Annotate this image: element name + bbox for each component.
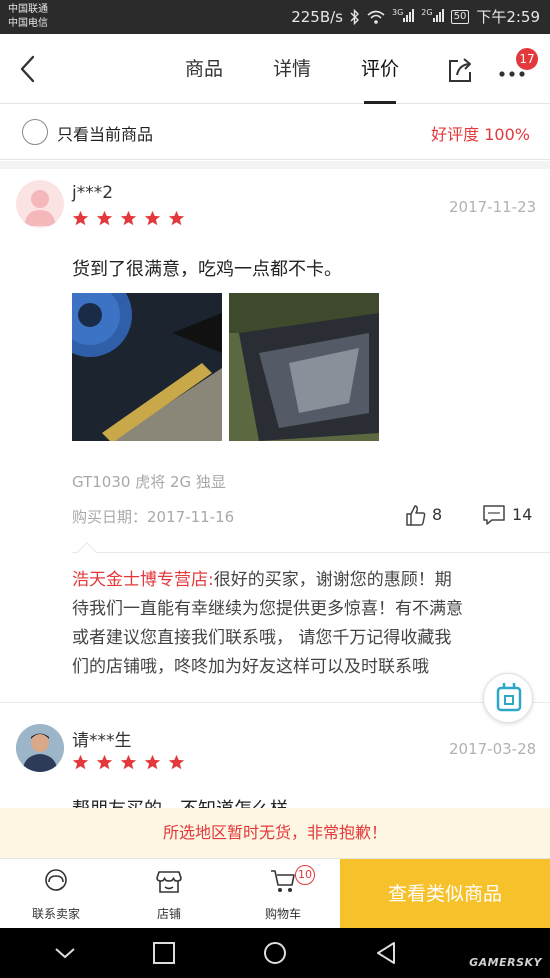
star-rating [72,754,185,771]
tab-product[interactable]: 商品 [160,34,248,104]
default-avatar-icon [24,190,56,226]
back-arrow-icon[interactable] [14,54,44,84]
cart-label: 购物车 [264,907,301,921]
comment-icon[interactable] [482,504,506,526]
reply-caret [77,542,97,562]
reply-line: 或者建议您直接我们联系哦， 请您千万记得收藏我 [72,628,452,648]
star-rating [72,210,185,227]
like-count: 8 [432,505,443,524]
avatar [16,180,64,228]
view-similar-button[interactable]: 查看类似商品 [340,859,550,929]
reply-line: 们的店铺哦，咚咚加为好友这样可以及时联系哦 [72,657,429,677]
star-icon [168,210,185,226]
tab-details[interactable]: 详情 [248,34,336,104]
review-date: 2017-11-23 [449,198,537,216]
chevron-down-icon[interactable] [52,941,78,965]
status-bar: 中国联通 中国电信 225B/s 3G 2G 50 下午2:59 [0,0,550,34]
shopping-cart-icon [271,870,295,892]
comment-count: 14 [512,505,533,524]
avatar [16,724,64,772]
notification-badge: 17 [516,48,538,70]
product-spec: GT1030 虎将 2G 独显 [72,473,226,491]
reply-line: 待我们一直能有幸继续为您提供更多惊喜！有不满意 [72,599,463,619]
shop-label: 店铺 [156,907,181,921]
signal-1-icon: 3G [391,7,415,26]
back-icon[interactable] [374,941,398,965]
top-nav: 商品 详情 评价 17 [0,34,550,104]
bottom-action-bar: 联系卖家 店铺 10 购物车 查看类似商品 [0,858,550,929]
recent-apps-icon[interactable] [152,941,176,965]
signal-2-icon: 2G [421,7,444,26]
share-icon[interactable] [444,54,476,86]
network-type-1: 3G [391,7,404,17]
review-text: 货到了很满意，吃鸡一点都不卡。 [72,259,342,280]
star-icon [144,210,161,226]
star-icon [120,210,137,226]
cart-count-badge: 10 [295,865,315,885]
chat-question-icon [496,683,522,712]
reply-line: 很好的买家，谢谢您的惠顾！期 [213,570,452,590]
customer-service-button[interactable] [483,673,533,723]
star-icon [72,754,89,770]
star-icon [96,754,113,770]
network-speed: 225B/s [291,7,343,26]
headset-icon [45,869,67,891]
thumbs-up-icon[interactable] [404,503,428,527]
reply-divider [72,552,550,553]
carrier-1: 中国联通 [8,4,48,15]
review-photo-1[interactable] [72,293,222,441]
review-username: 请***生 [72,731,132,751]
shop-button[interactable]: 店铺 [119,859,219,929]
store-icon [156,871,182,893]
current-product-label[interactable]: 只看当前商品 [57,121,153,145]
clock: 下午2:59 [476,8,540,26]
star-icon [96,210,113,226]
cart-button[interactable]: 10 购物车 [233,859,333,929]
shop-reply: 浩天金士博专营店:很好的买家，谢谢您的惠顾！期 待我们一直能有幸继续为您提供更多… [72,566,532,682]
out-of-stock-notice: 所选地区暂时无货，非常抱歉！ [0,808,550,858]
purchase-date: 购买日期：2017-11-16 [72,508,235,526]
carrier-2: 中国电信 [8,18,48,29]
status-indicators: 225B/s 3G 2G 50 下午2:59 [291,6,540,27]
bluetooth-icon [350,8,359,25]
positive-rating: 好评度 100% [431,125,530,144]
user-photo [16,724,64,772]
review-photo-2[interactable] [229,293,379,441]
star-icon [120,754,137,770]
contact-seller-label: 联系卖家 [31,907,80,921]
review-date: 2017-03-28 [449,740,537,758]
review-divider [0,702,550,703]
current-product-checkbox[interactable] [22,119,48,145]
section-divider [0,161,550,169]
review-username: j***2 [72,183,114,203]
star-icon [72,210,89,226]
carrier-names: 中国联通 中国电信 [8,3,48,31]
home-icon[interactable] [262,941,288,967]
star-icon [168,754,185,770]
watermark: GAMERSKY [469,956,542,969]
contact-seller-button[interactable]: 联系卖家 [6,859,106,929]
star-icon [144,754,161,770]
reply-shop-name: 浩天金士博专营店: [72,570,214,590]
review-filter-bar: 只看当前商品 好评度 100% [0,104,550,160]
network-type-2: 2G [421,7,433,17]
system-nav-bar: GAMERSKY [0,928,550,978]
battery-icon: 50 [450,9,470,24]
wifi-icon [367,10,385,24]
product-tabs: 商品 详情 评价 [160,34,424,104]
tab-reviews[interactable]: 评价 [336,34,424,104]
